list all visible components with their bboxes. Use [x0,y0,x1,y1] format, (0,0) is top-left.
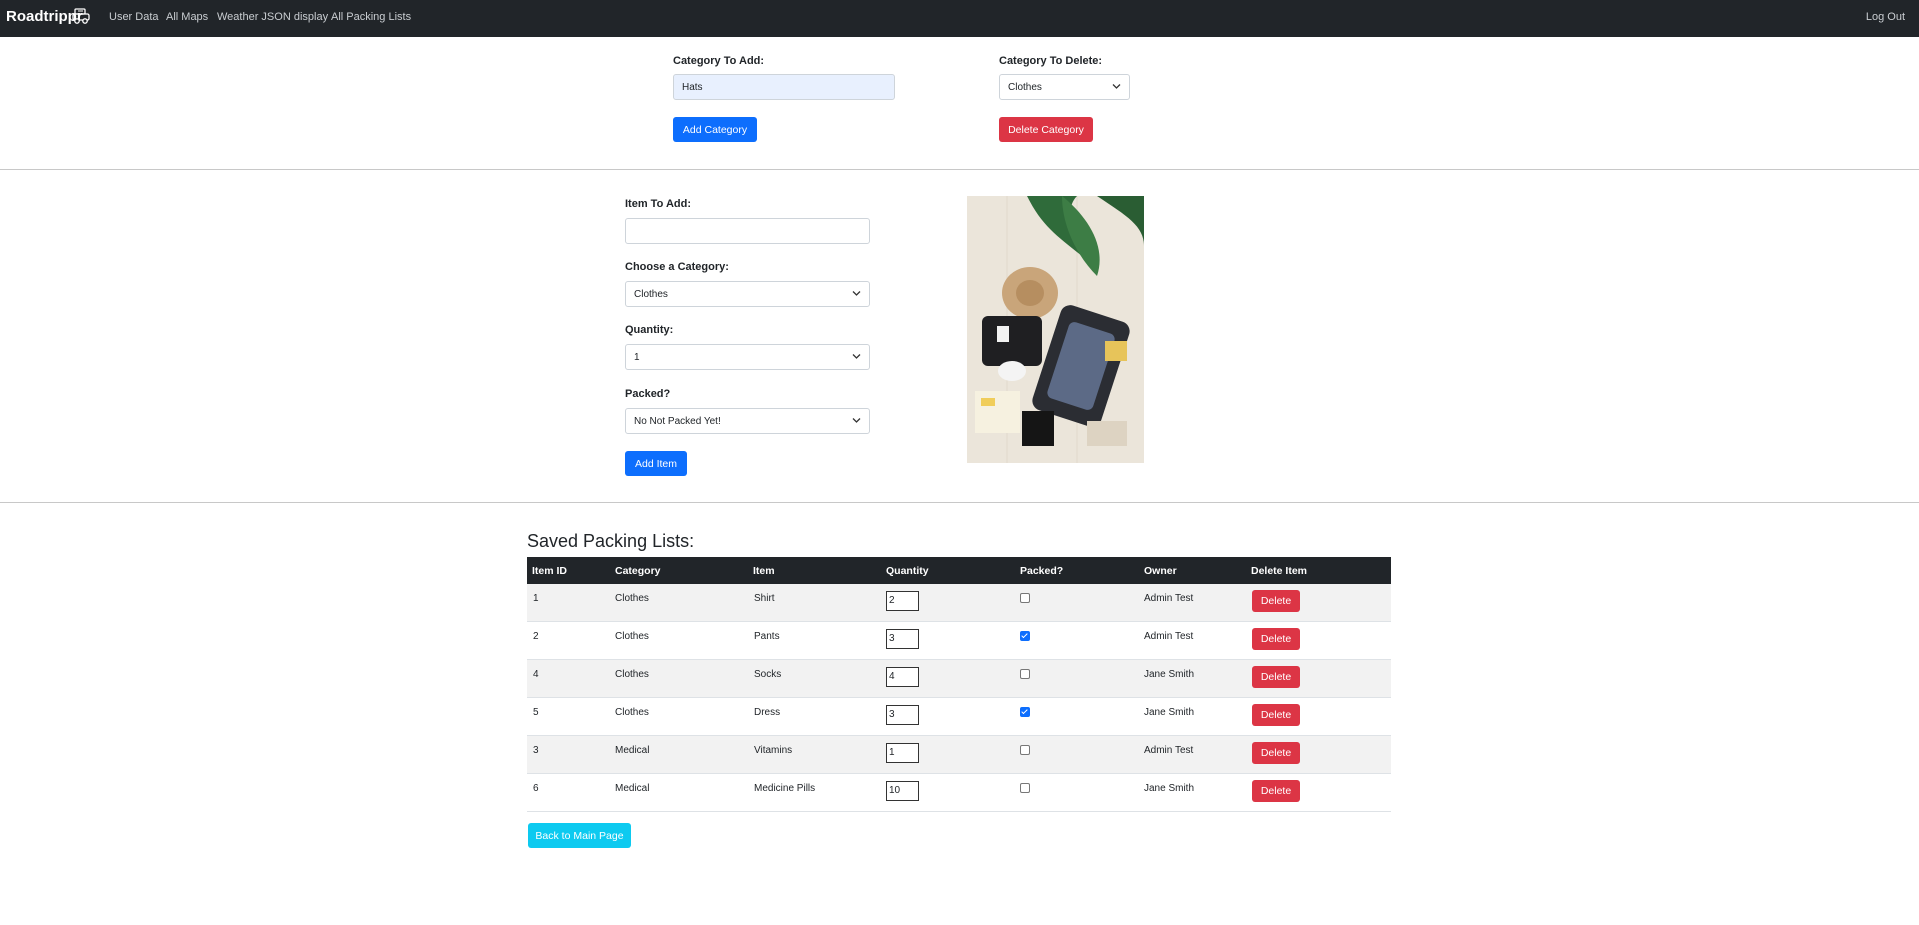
quantity-value: 10 [889,785,901,796]
table-header: Item ID Category Item Quantity Packed? O… [527,557,1391,584]
cell-owner: Jane Smith [1144,669,1195,680]
packed-checkbox[interactable] [1020,707,1030,717]
header-item: Item [753,565,775,577]
nav-weather-json[interactable]: Weather JSON display [217,11,328,23]
cell-item-id: 5 [533,707,539,718]
quantity-input[interactable]: 10 [886,781,919,801]
saved-lists-title: Saved Packing Lists: [527,531,695,551]
table-row: 4 Clothes Socks 4 Jane Smith Delete [527,660,1391,698]
quantity-input[interactable]: 3 [886,705,919,725]
header-packed: Packed? [1020,565,1064,577]
table-row: 5 Clothes Dress 3 Jane Smith Delete [527,698,1391,736]
header-delete-item: Delete Item [1251,565,1308,577]
header-owner: Owner [1144,565,1177,577]
quantity-selected: 1 [634,351,640,363]
cell-item: Dress [754,707,781,718]
category-add-value: Hats [682,81,703,93]
nav-all-maps[interactable]: All Maps [166,11,208,23]
add-item-button[interactable]: Add Item [625,451,687,476]
cell-item-id: 1 [533,593,539,604]
cell-owner: Admin Test [1144,593,1194,604]
packed-checkbox[interactable] [1020,783,1030,793]
cell-owner: Jane Smith [1144,783,1195,794]
quantity-value: 4 [889,671,895,682]
nav-all-packing-lists[interactable]: All Packing Lists [331,11,411,23]
delete-item-button[interactable]: Delete [1252,628,1300,650]
divider [0,169,1919,170]
quantity-input[interactable]: 1 [886,743,919,763]
cell-owner: Jane Smith [1144,707,1195,718]
quantity-value: 3 [889,709,895,720]
cell-category: Clothes [615,707,649,718]
quantity-value: 3 [889,633,895,644]
category-delete-label: Category To Delete: [999,55,1103,67]
table-row: 6 Medical Medicine Pills 10 Jane Smith Delete [527,774,1391,812]
quantity-select[interactable]: 1 [625,344,870,370]
item-add-input[interactable] [625,218,870,244]
cell-category: Clothes [615,631,649,642]
quantity-label: Quantity: [625,324,674,336]
packed-checkbox[interactable] [1020,745,1030,755]
quantity-input[interactable]: 3 [886,629,919,649]
cell-category: Clothes [615,669,649,680]
cell-item-id: 2 [533,631,539,642]
delete-category-button[interactable]: Delete Category [999,117,1093,142]
cell-category: Medical [615,783,650,794]
nav-user-data[interactable]: User Data [109,11,159,23]
category-delete-selected: Clothes [1008,81,1042,93]
packed-checkbox[interactable] [1020,593,1030,603]
packed-select[interactable]: No Not Packed Yet! [625,408,870,434]
table-row: 2 Clothes Pants 3 Admin Test Delete [527,622,1391,660]
quantity-input[interactable]: 2 [886,591,919,611]
delete-item-button[interactable]: Delete [1252,666,1300,688]
choose-category-selected: Clothes [634,288,668,300]
back-to-main-button[interactable]: Back to Main Page [528,823,631,848]
delete-item-button[interactable]: Delete [1252,742,1300,764]
cell-item: Medicine Pills [754,783,816,794]
category-delete-select[interactable]: Clothes [999,74,1130,100]
header-quantity: Quantity [886,565,929,577]
item-add-label: Item To Add: [625,198,691,210]
cell-item: Shirt [754,593,775,604]
quantity-input[interactable]: 4 [886,667,919,687]
cell-item-id: 3 [533,745,539,756]
cell-category: Clothes [615,593,649,604]
category-add-label: Category To Add: [673,55,765,67]
delete-item-button[interactable]: Delete [1252,704,1300,726]
choose-category-select[interactable]: Clothes [625,281,870,307]
packed-checkbox[interactable] [1020,631,1030,641]
header-category: Category [615,565,661,577]
quantity-value: 2 [889,595,895,606]
delete-item-button[interactable]: Delete [1252,590,1300,612]
packed-label: Packed? [625,388,671,400]
delete-item-button[interactable]: Delete [1252,780,1300,802]
car-icon [72,7,92,30]
cell-item: Socks [754,669,782,680]
cell-owner: Admin Test [1144,745,1194,756]
table-row: 3 Medical Vitamins 1 Admin Test Delete [527,736,1391,774]
header-item-id: Item ID [532,565,568,577]
cell-category: Medical [615,745,650,756]
category-add-input[interactable]: Hats [673,74,895,100]
divider [0,502,1919,503]
chevron-down-icon [1112,82,1121,93]
chevron-down-icon [852,352,861,363]
cell-item: Pants [754,631,780,642]
cell-owner: Admin Test [1144,631,1194,642]
choose-category-label: Choose a Category: [625,261,729,273]
logout-link[interactable]: Log Out [1866,11,1905,23]
navbar: Roadtrippr User Data All Maps Weather JS… [0,0,1919,37]
quantity-value: 1 [889,747,895,758]
table-row: 1 Clothes Shirt 2 Admin Test Delete [527,584,1391,622]
chevron-down-icon [852,289,861,300]
packing-photo [967,196,1144,463]
cell-item-id: 6 [533,783,539,794]
cell-item: Vitamins [754,745,793,756]
add-category-button[interactable]: Add Category [673,117,757,142]
packed-checkbox[interactable] [1020,669,1030,679]
packed-selected: No Not Packed Yet! [634,415,721,427]
cell-item-id: 4 [533,669,539,680]
chevron-down-icon [852,416,861,427]
